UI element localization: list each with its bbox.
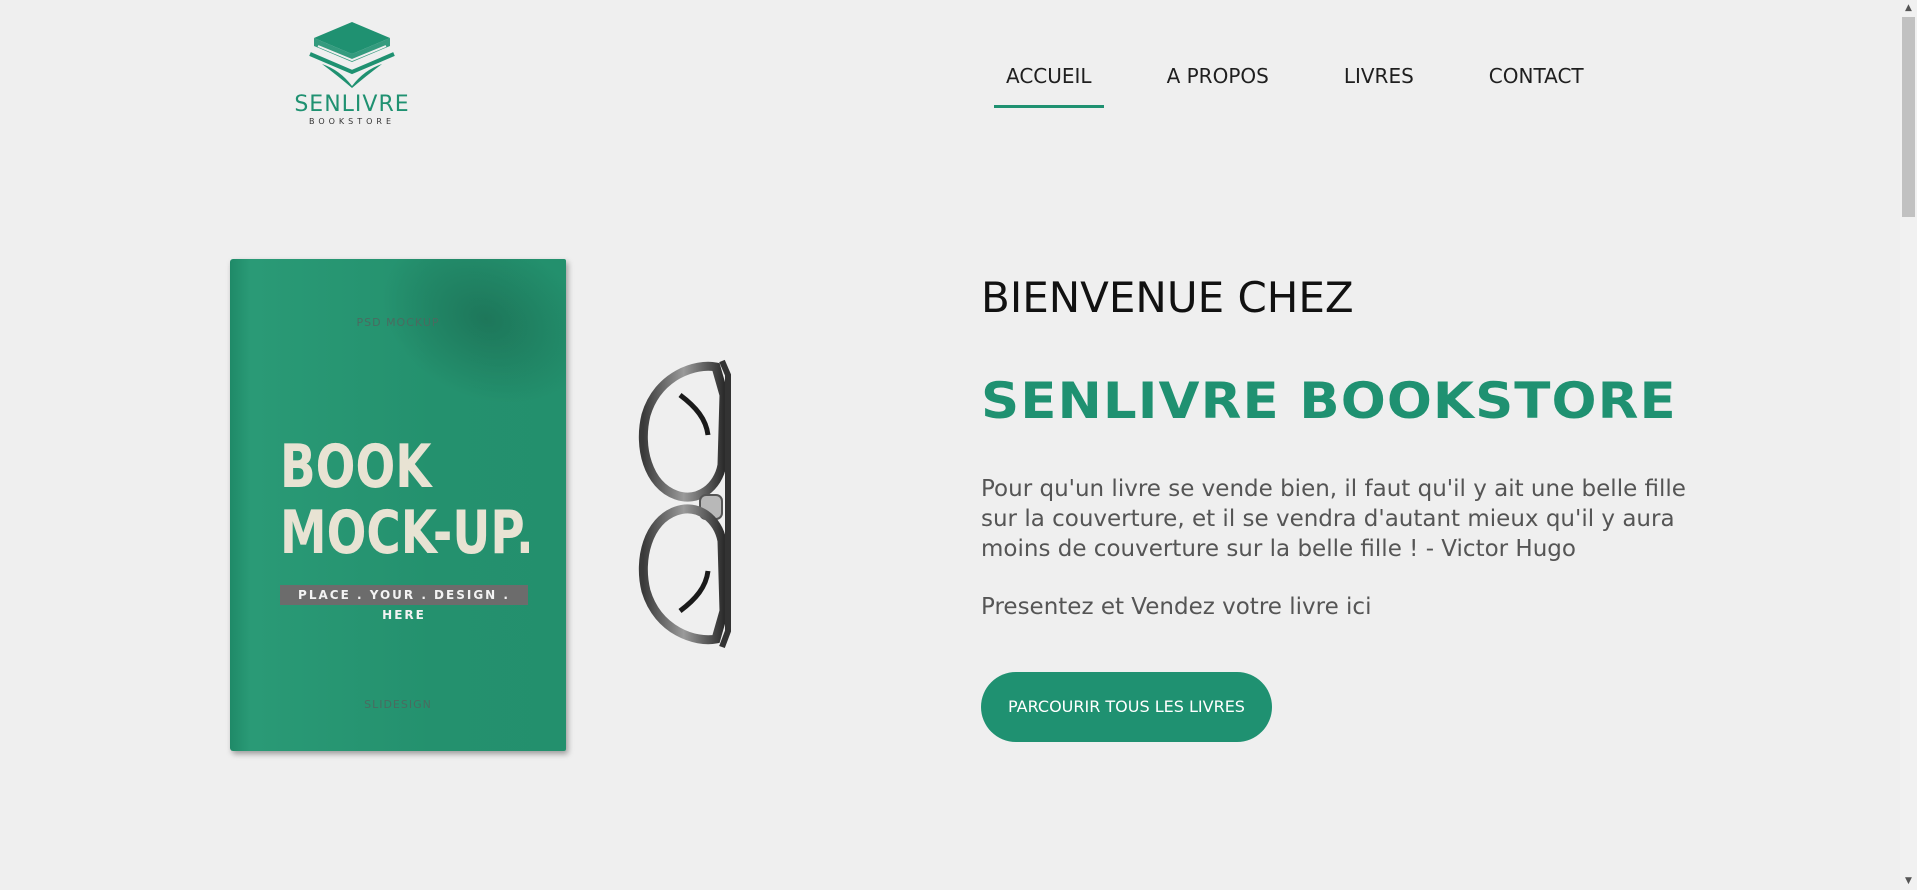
brand-heading: SENLIVRE BOOKSTORE [981,372,1677,430]
scroll-up-arrow-icon[interactable]: ▲ [1900,0,1917,17]
scroll-down-arrow-icon[interactable]: ▼ [1900,873,1917,890]
book-top-text: PSD MOCKUP [356,316,440,329]
hero-section: BIENVENUE CHEZ SENLIVRE BOOKSTORE Pour q… [981,268,1741,742]
leaf-shadow [352,259,566,438]
browse-all-books-button[interactable]: PARCOURIR TOUS LES LIVRES [981,672,1272,742]
nav-item-a-propos[interactable]: A PROPOS [1155,62,1281,108]
book-bottom-text: SLIDESIGN [364,698,432,711]
logo-name: SENLIVRE [294,92,410,117]
site-logo[interactable]: SENLIVRE BOOKSTORE [282,20,422,136]
nav-item-livres[interactable]: LIVRES [1332,62,1426,108]
hero-quote: Pour qu'un livre se vende bien, il faut … [981,476,1686,562]
nav-item-contact[interactable]: CONTACT [1477,62,1596,108]
book-title-line1: BOOK [280,432,432,502]
logo-subtitle: BOOKSTORE [308,117,396,126]
welcome-heading: BIENVENUE CHEZ [981,273,1354,322]
page: SENLIVRE BOOKSTORE ACCUEIL A PROPOS LIVR… [0,0,1917,890]
book-title-line2: MOCK-UP. [280,498,534,568]
nav-item-accueil[interactable]: ACCUEIL [994,62,1104,108]
hero-tagline: Presentez et Vendez votre livre ici [981,594,1372,620]
book-cover-strip: PLACE . YOUR . DESIGN . HERE [280,585,528,622]
scroll-thumb[interactable] [1902,17,1915,217]
glasses-icon [638,359,731,649]
books-logo-icon [309,22,395,88]
book-cover-title: BOOK MOCK-UP. [280,434,534,566]
vertical-scrollbar[interactable]: ▲ ▼ [1900,0,1917,890]
book-mockup-image: PSD MOCKUP BOOK MOCK-UP. PLACE . YOUR . … [230,259,566,751]
main-nav: ACCUEIL A PROPOS LIVRES CONTACT [994,62,1647,108]
